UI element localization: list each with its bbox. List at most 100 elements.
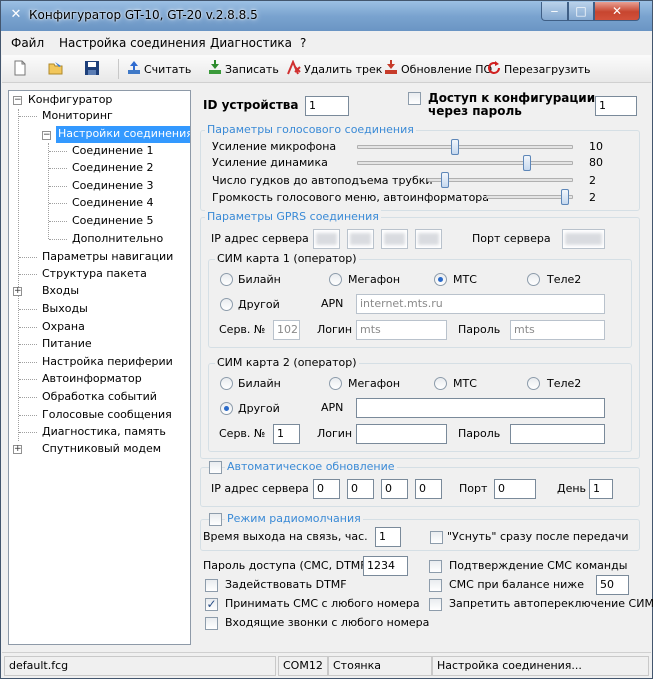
minimize-button[interactable]: ‒ bbox=[541, 2, 568, 21]
radio-silence-interval-input[interactable]: 1 bbox=[375, 527, 401, 547]
sim2-radio-mts[interactable] bbox=[434, 377, 447, 390]
auto-update-ip-2[interactable]: 0 bbox=[347, 479, 374, 499]
tree-item-sat-modem[interactable]: Спутниковый модем bbox=[40, 441, 163, 458]
sim1-serv-input[interactable]: 102 bbox=[273, 320, 300, 340]
sim1-radio-beeline[interactable] bbox=[220, 273, 233, 286]
menu-connection-settings[interactable]: Настройка соединения bbox=[59, 36, 206, 50]
sleep-after-transmit-checkbox[interactable] bbox=[430, 531, 443, 544]
sim2-serv-input[interactable]: 1 bbox=[273, 424, 300, 444]
radio-silence-checkbox[interactable] bbox=[209, 513, 222, 526]
speaker-gain-slider[interactable] bbox=[523, 155, 532, 171]
tree-item-navigation[interactable]: Параметры навигации bbox=[40, 249, 175, 266]
access-password-input[interactable]: 1 bbox=[595, 96, 637, 116]
use-dtmf-checkbox[interactable] bbox=[205, 579, 218, 592]
sim2-radio-beeline[interactable] bbox=[220, 377, 233, 390]
tree-item-connection-5[interactable]: Соединение 5 bbox=[70, 213, 156, 230]
read-button[interactable]: Считать bbox=[126, 60, 191, 78]
sim1-tele2-label: Теле2 bbox=[547, 273, 582, 286]
maximize-button[interactable]: □ bbox=[568, 2, 594, 21]
sim1-radio-mts[interactable] bbox=[434, 273, 447, 286]
sim1-mts-label: МТС bbox=[453, 273, 477, 286]
tree-item-connection-2[interactable]: Соединение 2 bbox=[70, 160, 156, 177]
expand-icon[interactable]: + bbox=[13, 287, 22, 296]
menu-diagnostics[interactable]: Диагностика bbox=[210, 36, 292, 50]
menu-help[interactable]: ? bbox=[300, 36, 306, 50]
gprs-ip-octet-3[interactable]: 106 bbox=[381, 229, 408, 249]
tree-line bbox=[49, 168, 67, 169]
tree-item-additional[interactable]: Дополнительно bbox=[70, 231, 165, 248]
gprs-ip-octet-1[interactable]: 192 bbox=[313, 229, 340, 249]
tree-item-monitoring[interactable]: Мониторинг bbox=[40, 108, 115, 125]
tree-item-security[interactable]: Охрана bbox=[40, 319, 87, 336]
toolbar: Считать Записать Удалить трек Обновление… bbox=[2, 55, 651, 83]
gprs-port-input[interactable]: 15157 bbox=[562, 229, 605, 249]
sim1-radio-tele2[interactable] bbox=[527, 273, 540, 286]
sms-password-input[interactable]: 1234 bbox=[363, 556, 408, 576]
mic-gain-slider[interactable] bbox=[450, 139, 459, 155]
sim2-radio-tele2[interactable] bbox=[527, 377, 540, 390]
tree-item-power[interactable]: Питание bbox=[40, 336, 94, 353]
sim2-login-input[interactable] bbox=[356, 424, 447, 444]
tree-item-root[interactable]: Конфигуратор bbox=[26, 92, 114, 109]
balance-sms-checkbox[interactable] bbox=[429, 579, 442, 592]
close-button[interactable]: ✕ bbox=[594, 2, 640, 21]
config-tree[interactable]: − Конфигуратор Мониторинг − Настройки со… bbox=[8, 90, 191, 645]
accept-any-sms-checkbox[interactable]: ✓ bbox=[205, 598, 218, 611]
tree-item-events[interactable]: Обработка событий bbox=[40, 389, 159, 406]
new-file-button[interactable] bbox=[12, 60, 30, 78]
tree-item-connection-4[interactable]: Соединение 4 bbox=[70, 195, 156, 212]
forbid-sim-switch-checkbox[interactable] bbox=[429, 598, 442, 611]
tree-item-outputs[interactable]: Выходы bbox=[40, 301, 90, 318]
tree-item-connection-1[interactable]: Соединение 1 bbox=[70, 143, 156, 160]
tree-item-connection-settings[interactable]: Настройки соединения bbox=[56, 126, 190, 143]
sim2-password-input[interactable] bbox=[510, 424, 605, 444]
tree-item-voice-messages[interactable]: Голосовые сообщения bbox=[40, 407, 174, 424]
gprs-ip-octet-4[interactable]: 12 bbox=[415, 229, 442, 249]
auto-update-checkbox[interactable] bbox=[209, 461, 222, 474]
auto-update-ip-4[interactable]: 0 bbox=[415, 479, 442, 499]
access-password-label: Пароль доступа (СМС, DTMF) bbox=[203, 559, 371, 572]
sim1-password-input[interactable]: mts bbox=[510, 320, 605, 340]
tree-item-packet-structure[interactable]: Структура пакета bbox=[40, 266, 149, 283]
device-id-input[interactable]: 1 bbox=[305, 96, 349, 116]
collapse-icon[interactable]: − bbox=[13, 96, 22, 105]
auto-update-ip-3[interactable]: 0 bbox=[381, 479, 408, 499]
sim1-radio-megafon[interactable] bbox=[329, 273, 342, 286]
title-bar[interactable]: ✕ Конфигуратор GT-10, GT-20 v.2.8.8.5 ‒ … bbox=[1, 1, 652, 31]
tree-item-autoinformer[interactable]: Автоинформатор bbox=[40, 371, 144, 388]
menu-file[interactable]: Файл bbox=[11, 36, 44, 50]
sim2-radio-megafon[interactable] bbox=[329, 377, 342, 390]
sim1-radio-other[interactable] bbox=[220, 298, 233, 311]
delete-track-button[interactable]: Удалить трек bbox=[286, 60, 382, 78]
tree-item-connection-3[interactable]: Соединение 3 bbox=[70, 178, 156, 195]
access-password-checkbox[interactable] bbox=[408, 92, 421, 105]
incoming-any-checkbox[interactable] bbox=[205, 617, 218, 630]
rings-track bbox=[427, 178, 573, 182]
access-label-2: через пароль bbox=[428, 104, 522, 118]
update-fw-button[interactable]: Обновление ПО bbox=[383, 60, 492, 78]
status-port: COM12 bbox=[278, 656, 328, 676]
auto-update-day-input[interactable]: 1 bbox=[589, 479, 613, 499]
collapse-icon[interactable]: − bbox=[42, 131, 51, 140]
auto-update-ip-1[interactable]: 0 bbox=[313, 479, 340, 499]
volume-slider[interactable] bbox=[561, 189, 570, 205]
sim1-login-input[interactable]: mts bbox=[356, 320, 447, 340]
sim1-apn-input[interactable]: internet.mts.ru bbox=[356, 294, 605, 314]
open-file-button[interactable] bbox=[48, 60, 66, 78]
auto-update-port-input[interactable]: 0 bbox=[494, 479, 536, 499]
restart-button[interactable]: Перезагрузить bbox=[486, 60, 591, 78]
rings-slider[interactable] bbox=[440, 172, 449, 188]
confirm-sms-checkbox[interactable] bbox=[429, 560, 442, 573]
mic-gain-label: Усиление микрофона bbox=[212, 140, 337, 153]
tree-item-diagnostics[interactable]: Диагностика, память bbox=[40, 424, 168, 441]
tree-item-inputs[interactable]: Входы bbox=[40, 283, 81, 300]
tree-line bbox=[48, 143, 49, 239]
write-button[interactable]: Записать bbox=[207, 60, 279, 78]
expand-icon[interactable]: + bbox=[13, 445, 22, 454]
balance-threshold-input[interactable]: 50 bbox=[596, 575, 629, 595]
gprs-ip-octet-2[interactable]: 87 bbox=[347, 229, 374, 249]
tree-item-peripherals[interactable]: Настройка периферии bbox=[40, 354, 175, 371]
sim2-radio-other[interactable] bbox=[220, 402, 233, 415]
sim2-apn-input[interactable] bbox=[356, 398, 605, 418]
save-file-button[interactable] bbox=[84, 60, 102, 78]
